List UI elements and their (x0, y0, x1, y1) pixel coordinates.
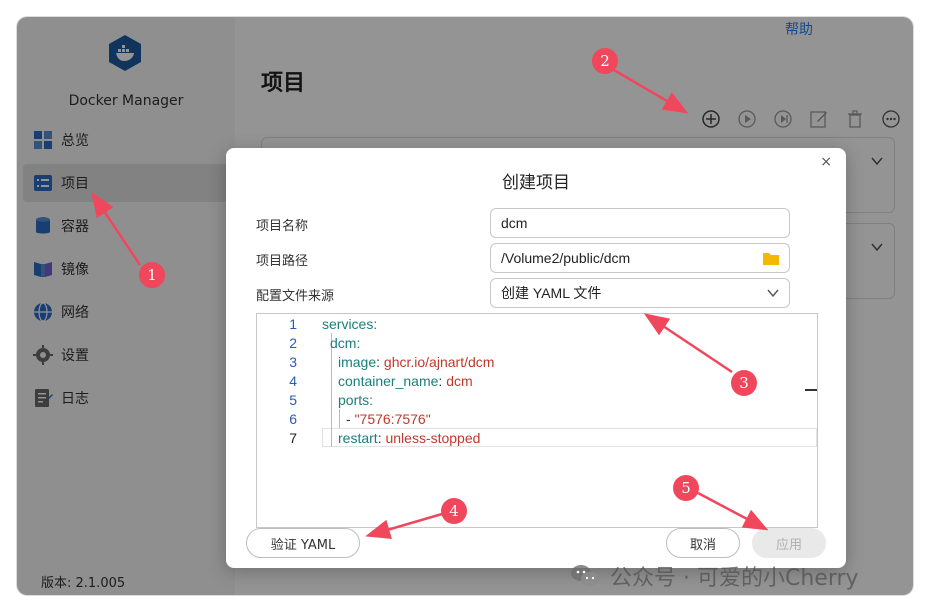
project-path-input[interactable] (490, 243, 790, 273)
config-source-label: 配置文件来源 (256, 289, 335, 304)
editor-line: 7 restart: unless-stopped (257, 428, 817, 447)
watermark: 公众号 · 可爱的小Cherry (570, 560, 859, 592)
wechat-icon (571, 565, 599, 586)
yaml-sep: : (356, 334, 361, 351)
annotation-marker-3: 3 (731, 370, 757, 396)
apply-button[interactable]: 应用 (752, 528, 826, 558)
dialog-title: 创建项目 (502, 173, 570, 193)
yaml-dash: - (346, 410, 355, 427)
create-project-dialog: × 创建项目 项目名称 项目路径 配置文件来源 创建 YAML 文件 1 ser… (226, 148, 846, 568)
line-number: 7 (289, 429, 297, 446)
editor-line: 5 ports: (257, 390, 817, 409)
yaml-key: dcm (330, 334, 357, 351)
editor-line: 1 services: (257, 314, 817, 333)
yaml-value: dcm (446, 372, 473, 389)
cancel-button[interactable]: 取消 (666, 528, 740, 558)
annotation-marker-1: 1 (139, 262, 165, 288)
line-number: 3 (289, 353, 297, 370)
yaml-value: unless-stopped (385, 429, 481, 446)
config-source-select[interactable]: 创建 YAML 文件 (490, 278, 790, 308)
validate-yaml-button[interactable]: 验证 YAML (246, 528, 360, 558)
yaml-value: ghcr.io/ajnart/dcm (383, 353, 495, 370)
config-source-value: 创建 YAML 文件 (501, 285, 602, 301)
line-number: 1 (289, 315, 297, 332)
editor-line: 6 - "7576:7576" (257, 409, 817, 428)
project-name-input[interactable] (490, 208, 790, 238)
watermark-text: 公众号 · 可爱的小Cherry (610, 566, 859, 591)
project-path-label: 项目路径 (256, 254, 309, 269)
yaml-editor[interactable]: 1 services: 2 dcm: 3 image: ghcr.io/ajna… (256, 313, 818, 528)
editor-line: 3 image: ghcr.io/ajnart/dcm (257, 352, 817, 371)
project-name-label: 项目名称 (256, 219, 309, 234)
yaml-sep: : (373, 315, 378, 332)
yaml-value: "7576:7576" (354, 410, 431, 427)
line-number: 5 (289, 391, 297, 408)
line-number: 4 (289, 372, 297, 389)
annotation-marker-4: 4 (441, 498, 467, 524)
yaml-sep: : (369, 391, 374, 408)
folder-icon[interactable] (763, 252, 779, 265)
line-number: 2 (289, 334, 297, 351)
project-path-field[interactable] (501, 250, 779, 266)
annotation-marker-2: 2 (592, 48, 618, 74)
yaml-sep: : (376, 353, 384, 370)
yaml-key: container_name (338, 372, 439, 389)
yaml-key: services (322, 315, 374, 332)
yaml-key: image (338, 353, 377, 370)
editor-line: 2 dcm: (257, 333, 817, 352)
line-number: 6 (289, 410, 297, 427)
chevron-down-icon (767, 289, 779, 297)
project-name-field[interactable] (501, 215, 779, 231)
yaml-key: ports (338, 391, 370, 408)
annotation-marker-5: 5 (673, 475, 699, 501)
yaml-key: restart (338, 429, 378, 446)
